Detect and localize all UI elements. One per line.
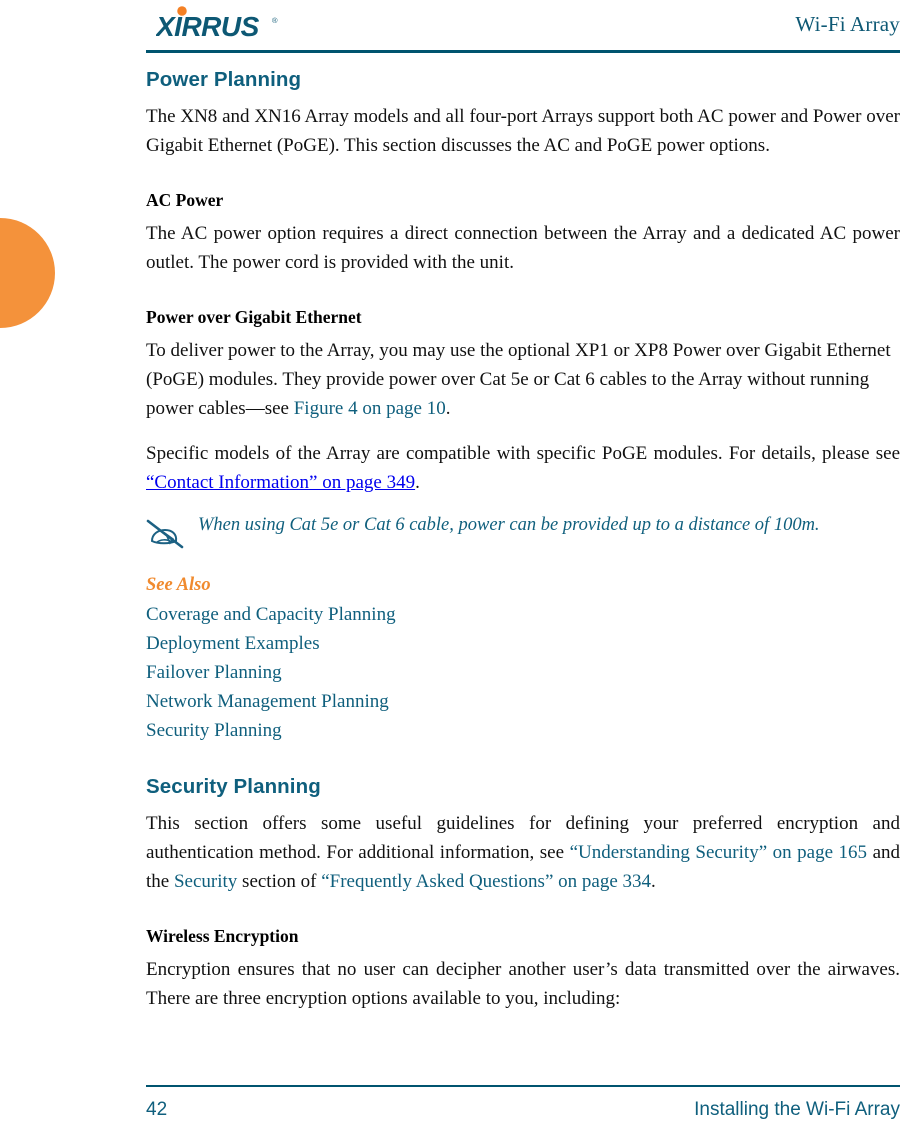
paragraph-wireless-encryption: Encryption ensures that no user can deci…	[146, 959, 900, 1009]
logo-trademark-icon: ®	[272, 16, 278, 25]
link-contact-information-page-349[interactable]: “Contact Information” on page 349	[146, 472, 415, 493]
note-icon-container	[146, 511, 198, 551]
see-also-list: Coverage and Capacity Planning Deploymen…	[146, 600, 900, 745]
svg-text:XIRRUS: XIRRUS	[156, 11, 260, 40]
main-content: Power Planning The XN8 and XN16 Array mo…	[146, 62, 900, 1013]
link-coverage-and-capacity-planning[interactable]: Coverage and Capacity Planning	[146, 604, 396, 625]
note-text: When using Cat 5e or Cat 6 cable, power …	[198, 515, 820, 535]
heading-power-planning: Power Planning	[146, 68, 302, 91]
security-text-part3: section of	[237, 871, 322, 892]
paragraph-power-planning-intro: The XN8 and XN16 Array models and all fo…	[146, 106, 900, 156]
paragraph-poge-modules: To deliver power to the Array, you may u…	[146, 336, 900, 423]
link-figure-4-page-10[interactable]: Figure 4 on page 10	[294, 398, 446, 419]
page-header: XIRRUS ® Wi-Fi Array	[146, 0, 900, 55]
link-failover-planning[interactable]: Failover Planning	[146, 662, 282, 683]
poge-text-before-link: To deliver power to the Array, you may u…	[146, 340, 891, 419]
chapter-thumb-tab	[0, 218, 55, 328]
list-item: Network Management Planning	[146, 687, 900, 716]
heading-power-over-gigabit-ethernet: Power over Gigabit Ethernet	[146, 307, 362, 327]
link-deployment-examples[interactable]: Deployment Examples	[146, 633, 320, 654]
link-frequently-asked-questions-page-334[interactable]: “Frequently Asked Questions” on page 334	[321, 871, 651, 892]
compat-text-before-link: Specific models of the Array are compati…	[146, 443, 900, 464]
note-callout: When using Cat 5e or Cat 6 cable, power …	[146, 511, 900, 551]
pencil-note-icon	[146, 519, 184, 549]
heading-wireless-encryption: Wireless Encryption	[146, 926, 299, 946]
page-footer: 42 Installing the Wi-Fi Array	[146, 1085, 900, 1137]
heading-security-planning: Security Planning	[146, 775, 321, 798]
paragraph-ac-power: The AC power option requires a direct co…	[146, 223, 900, 273]
compat-text-after-link: .	[415, 472, 420, 493]
list-item: Security Planning	[146, 716, 900, 745]
link-security-planning[interactable]: Security Planning	[146, 720, 282, 741]
xirrus-logo: XIRRUS ®	[156, 6, 278, 40]
page-content: XIRRUS ® Wi-Fi Array Power Planning The …	[146, 0, 900, 1137]
link-security-section[interactable]: Security	[174, 871, 237, 892]
footer-rule	[146, 1085, 900, 1087]
heading-ac-power: AC Power	[146, 190, 224, 210]
list-item: Coverage and Capacity Planning	[146, 600, 900, 629]
list-item: Failover Planning	[146, 658, 900, 687]
footer-chapter-title: Installing the Wi-Fi Array	[694, 1099, 900, 1120]
document-title: Wi-Fi Array	[795, 12, 900, 36]
link-understanding-security-page-165[interactable]: “Understanding Security” on page 165	[570, 842, 867, 863]
paragraph-poge-compatibility: Specific models of the Array are compati…	[146, 439, 900, 497]
poge-text-after-link: .	[445, 398, 451, 419]
list-item: Deployment Examples	[146, 629, 900, 658]
paragraph-security-planning: This section offers some useful guidelin…	[146, 809, 900, 896]
page-number: 42	[146, 1099, 168, 1120]
security-text-part4: .	[651, 871, 656, 892]
heading-see-also: See Also	[146, 575, 211, 595]
header-rule	[146, 50, 900, 53]
link-network-management-planning[interactable]: Network Management Planning	[146, 691, 389, 712]
